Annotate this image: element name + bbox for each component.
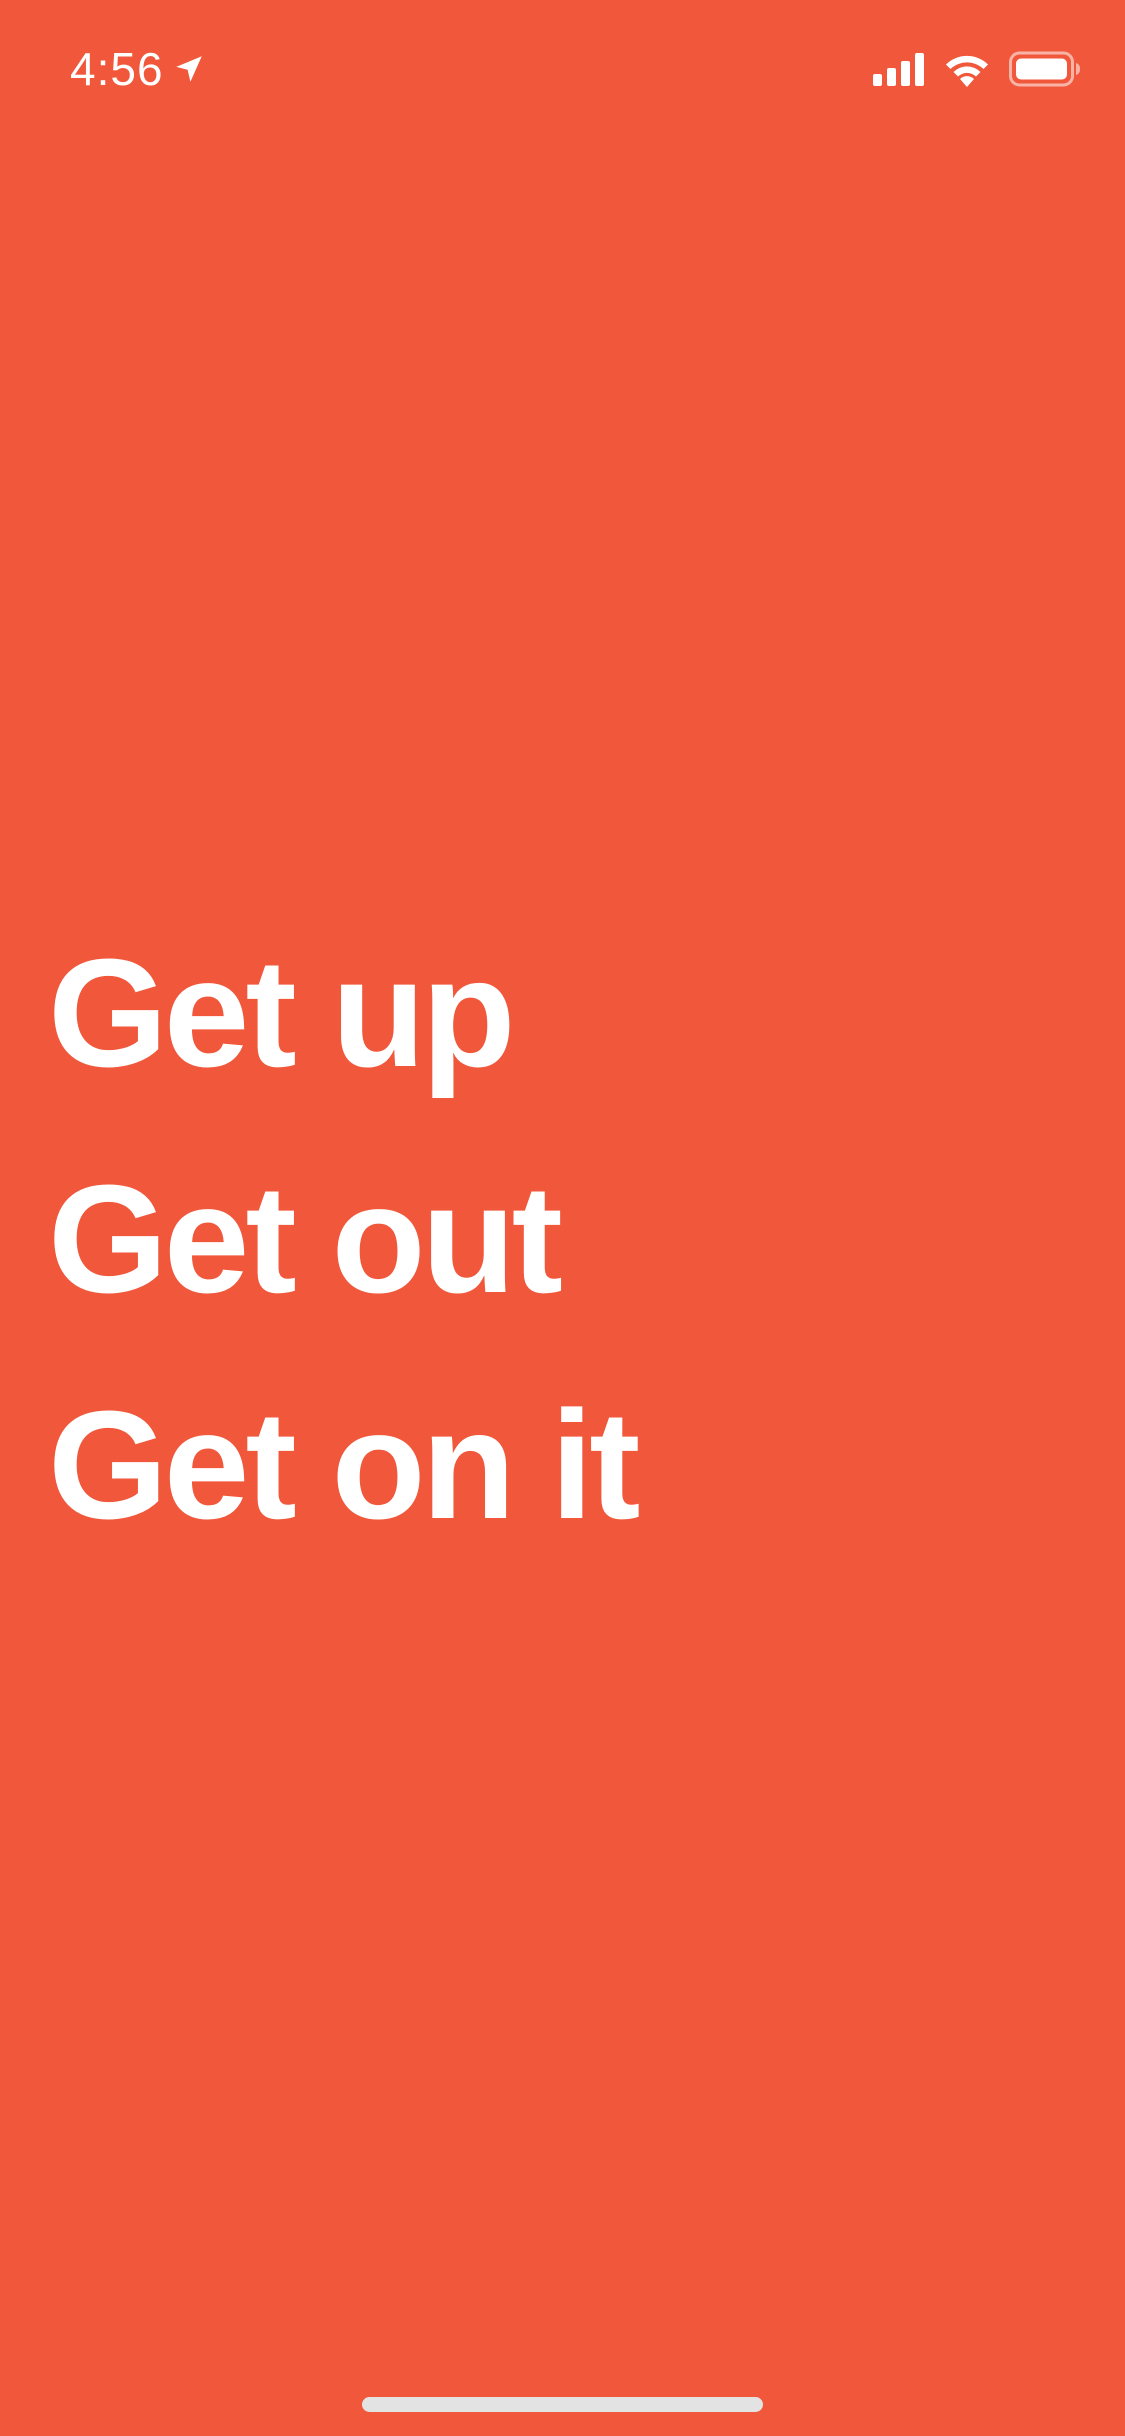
status-time-group: 4:56: [70, 36, 206, 102]
status-time: 4:56: [70, 43, 164, 95]
headline-line-get-out: Get out: [48, 1153, 563, 1325]
home-indicator[interactable]: [362, 2397, 763, 2412]
status-right-icons: [873, 48, 1081, 90]
cellular-signal-icon: [873, 53, 924, 86]
headline: Get up Get out Get on it: [48, 900, 640, 1578]
wifi-icon: [946, 55, 988, 87]
headline-line-get-up: Get up: [48, 927, 516, 1099]
headline-line-get-on-it: Get on it: [48, 1379, 640, 1551]
location-arrow-icon: [175, 56, 202, 82]
status-bar: 4:56: [0, 0, 1125, 135]
battery-icon: [1009, 51, 1080, 87]
